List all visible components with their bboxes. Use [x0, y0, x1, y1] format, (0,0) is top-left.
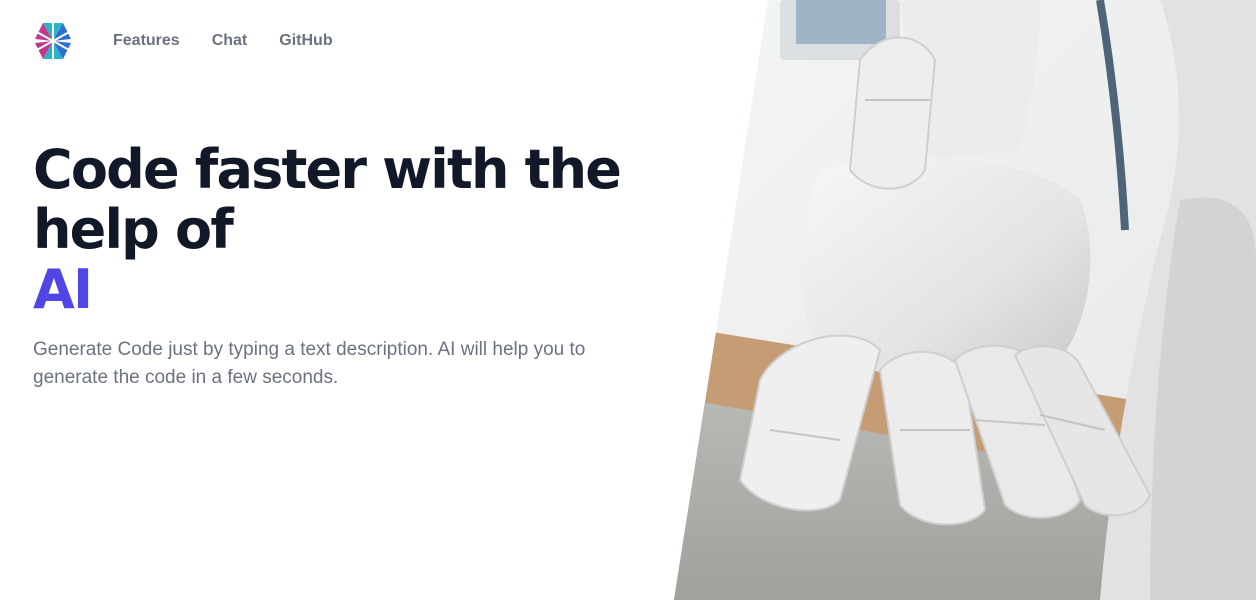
- nav-link-github[interactable]: GitHub: [279, 32, 332, 50]
- hero-title-line-1: Code faster with the: [33, 138, 622, 201]
- hero-section: Code faster with the help of AI Generate…: [33, 140, 653, 392]
- hero-title: Code faster with the help of AI: [33, 140, 653, 320]
- landing-page: Features Chat GitHub Code faster with th…: [0, 0, 1256, 600]
- hero-title-accent: AI: [33, 258, 93, 321]
- asterisk-triangles-logo-icon[interactable]: [33, 21, 73, 61]
- nav-link-features[interactable]: Features: [113, 32, 180, 50]
- nav-links: Features Chat GitHub: [113, 32, 365, 50]
- hero-title-line-2: help of: [33, 198, 234, 261]
- top-nav: Features Chat GitHub: [33, 20, 365, 62]
- hero-description: Generate Code just by typing a text desc…: [33, 339, 586, 388]
- nav-link-chat[interactable]: Chat: [212, 32, 248, 50]
